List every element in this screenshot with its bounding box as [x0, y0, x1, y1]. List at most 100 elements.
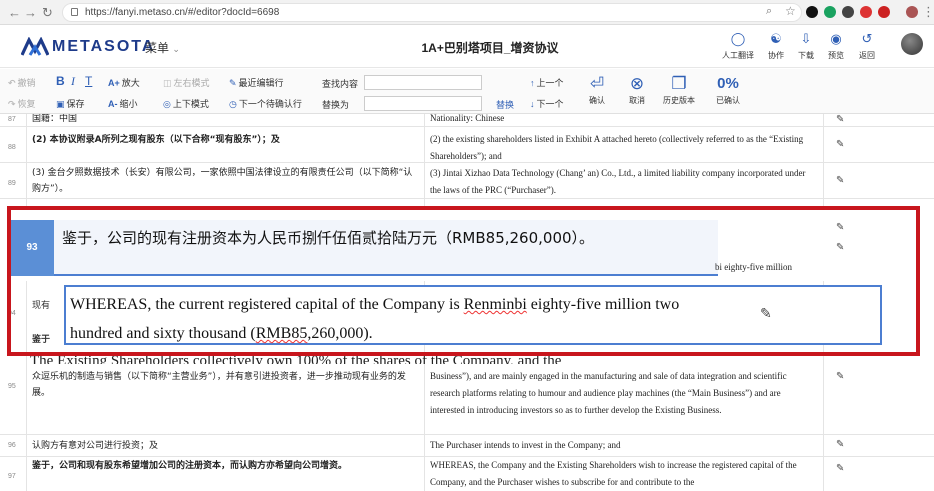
- row-number: 95: [8, 383, 16, 390]
- back-icon[interactable]: ←: [8, 5, 21, 20]
- confirmed-progress: 0% 已确认: [708, 73, 748, 106]
- preview-button[interactable]: ◉ 预览: [819, 30, 853, 61]
- human-translation-button[interactable]: ◯ 人工翻译: [721, 30, 755, 61]
- confirmed-label: 已确认: [716, 96, 740, 105]
- arrow-down-icon: ↓: [530, 99, 535, 109]
- extension-icon[interactable]: [842, 6, 854, 18]
- target-text[interactable]: Nationality: Chinese: [430, 114, 810, 127]
- document-title: 1A+巴别塔项目_增资协议: [421, 41, 559, 55]
- download-button[interactable]: ⇩ 下载: [789, 30, 823, 61]
- italic-button[interactable]: I: [71, 74, 75, 89]
- editor-toolbar: ↶ 撤销 ↷ 恢复 B I T A+ 放大 ▣ 保存 A- 缩小 ◫ 左右模式 ◎ 上下模式 …: [0, 69, 934, 114]
- collaborate-label: 协作: [768, 51, 784, 60]
- confirm-label: 确认: [589, 96, 605, 105]
- eye-icon: ◉: [830, 31, 842, 46]
- redo-icon: ↷: [8, 99, 16, 109]
- save-button[interactable]: ▣ 保存: [56, 97, 85, 110]
- replace-input[interactable]: [364, 96, 482, 111]
- history-label: 历史版本: [663, 96, 695, 105]
- forward-icon[interactable]: →: [24, 5, 37, 20]
- bold-button[interactable]: B: [56, 74, 65, 88]
- person-icon: ◯: [730, 31, 746, 46]
- recent-edit-label: 最近编辑行: [238, 78, 284, 88]
- extension-icon[interactable]: [860, 6, 872, 18]
- find-input[interactable]: [364, 75, 482, 90]
- table-row[interactable]: 96 认购方有意对公司进行投资；及 The Purchaser intends …: [0, 435, 934, 457]
- lock-icon: [71, 8, 78, 16]
- row-number: 97: [8, 473, 16, 480]
- redo-button[interactable]: ↷ 恢复: [8, 97, 36, 110]
- font-increase-icon: A+: [108, 78, 120, 88]
- arrow-up-icon: ↑: [530, 78, 535, 88]
- cancel-icon: ⊗: [629, 74, 645, 93]
- profile-icon[interactable]: [906, 6, 918, 18]
- collaborate-button[interactable]: ☯ 协作: [759, 30, 793, 61]
- table-row[interactable]: 97 鉴于，公司和现有股东希望增加公司的注册资本，而认购方亦希望向公司增资。 W…: [0, 457, 934, 491]
- enter-icon: ⏎: [589, 74, 605, 93]
- next-match-button[interactable]: ↓ 下一个: [530, 97, 564, 110]
- extension-icon[interactable]: [806, 6, 818, 18]
- prev-match-button[interactable]: ↑ 上一个: [530, 76, 564, 89]
- history-icon: ❐: [671, 74, 687, 93]
- menu-label: 菜单: [145, 41, 170, 55]
- target-text[interactable]: Business”), and are mainly engaged in th…: [430, 368, 810, 419]
- font-decrease-icon: A-: [108, 99, 118, 109]
- table-row[interactable]: 88 (2) 本协议附录A所列之现有股东（以下合称“现有股东”）；及 (2) t…: [0, 127, 934, 163]
- url-text: https://fanyi.metaso.cn/#/editor?docId=6…: [85, 7, 280, 18]
- target-text[interactable]: WHEREAS, the Company and the Existing Sh…: [430, 457, 810, 491]
- extension-icon[interactable]: [878, 6, 890, 18]
- bookmark-star-icon[interactable]: ☆: [785, 4, 796, 18]
- table-row[interactable]: 87 国籍：中国 Nationality: Chinese ✎: [0, 114, 934, 127]
- next-unconfirmed-button[interactable]: ◷ 下一个待确认行: [229, 97, 302, 110]
- app-header: METASOTA 菜单 ⌄ 1A+巴别塔项目_增资协议 ◯ 人工翻译 ☯ 协作 …: [0, 26, 934, 68]
- edit-pen-icon[interactable]: ✎: [836, 463, 844, 474]
- highlight-frame: [7, 206, 920, 356]
- history-button[interactable]: ❐ 历史版本: [659, 73, 699, 106]
- download-label: 下载: [798, 51, 814, 60]
- reload-icon[interactable]: ↻: [42, 5, 53, 21]
- table-row[interactable]: 89 (3) 金台夕照数据技术（长安）有限公司，一家依照中国法律设立的有限责任公…: [0, 163, 934, 199]
- edit-pen-icon[interactable]: ✎: [836, 439, 844, 450]
- save-label: 保存: [66, 99, 85, 109]
- confirmed-percent: 0%: [717, 75, 739, 92]
- preview-label: 预览: [828, 51, 844, 60]
- lr-mode-button[interactable]: ◫ 左右模式: [163, 76, 210, 89]
- extension-icon[interactable]: [824, 6, 836, 18]
- more-icon[interactable]: ⋮: [922, 4, 934, 20]
- chevron-down-icon: ⌄: [172, 44, 180, 54]
- avatar[interactable]: [901, 33, 923, 55]
- clear-format-button[interactable]: T: [85, 74, 92, 88]
- target-text[interactable]: The Purchaser intends to invest in the C…: [430, 437, 810, 454]
- replace-button[interactable]: 替换: [496, 98, 514, 111]
- tb-mode-button[interactable]: ◎ 上下模式: [163, 97, 209, 110]
- zoom-icon[interactable]: ⌕: [766, 5, 772, 18]
- edit-icon: ✎: [229, 78, 237, 88]
- people-icon: ☯: [770, 31, 782, 46]
- source-text: 众逗乐机的制造与销售（以下简称“主营业务”），并有意引进投资者，进一步推动现有业…: [32, 372, 406, 398]
- undo-button[interactable]: ↶ 撤销: [8, 76, 36, 89]
- menu-button[interactable]: 菜单 ⌄: [145, 39, 180, 56]
- zoom-out-button[interactable]: A- 缩小: [108, 97, 138, 110]
- edit-pen-icon[interactable]: ✎: [836, 371, 844, 382]
- return-icon: ↺: [861, 31, 873, 46]
- confirm-button[interactable]: ⏎ 确认: [577, 73, 617, 106]
- target-text[interactable]: (2) the existing shareholders listed in …: [430, 131, 810, 165]
- recent-edit-button[interactable]: ✎ 最近编辑行: [229, 76, 284, 89]
- cancel-button[interactable]: ⊗ 取消: [617, 73, 657, 106]
- target-text[interactable]: (3) Jintai Xizhao Data Technology (Chang…: [430, 165, 810, 199]
- metasota-logo-icon: [21, 37, 49, 56]
- edit-pen-icon[interactable]: ✎: [836, 114, 844, 125]
- edit-pen-icon[interactable]: ✎: [836, 175, 844, 186]
- human-translation-label: 人工翻译: [722, 51, 754, 60]
- zoom-in-button[interactable]: A+ 放大: [108, 76, 140, 89]
- return-button[interactable]: ↺ 返回: [850, 30, 884, 61]
- edit-pen-icon[interactable]: ✎: [836, 139, 844, 150]
- source-text: 国籍：中国: [32, 114, 78, 124]
- next-unconfirmed-label: 下一个待确认行: [238, 99, 302, 109]
- address-bar[interactable]: https://fanyi.metaso.cn/#/editor?docId=6…: [62, 3, 802, 22]
- source-text: (3) 金台夕照数据技术（长安）有限公司，一家依照中国法律设立的有限责任公司（以…: [32, 168, 413, 194]
- tb-mode-label: 上下模式: [172, 99, 209, 109]
- source-text: (2) 本协议附录A所列之现有股东（以下合称“现有股东”）；及: [32, 135, 280, 145]
- lr-mode-label: 左右模式: [173, 78, 210, 88]
- table-row[interactable]: 95 众逗乐机的制造与销售（以下简称“主营业务”），并有意引进投资者，进一步推动…: [0, 361, 934, 435]
